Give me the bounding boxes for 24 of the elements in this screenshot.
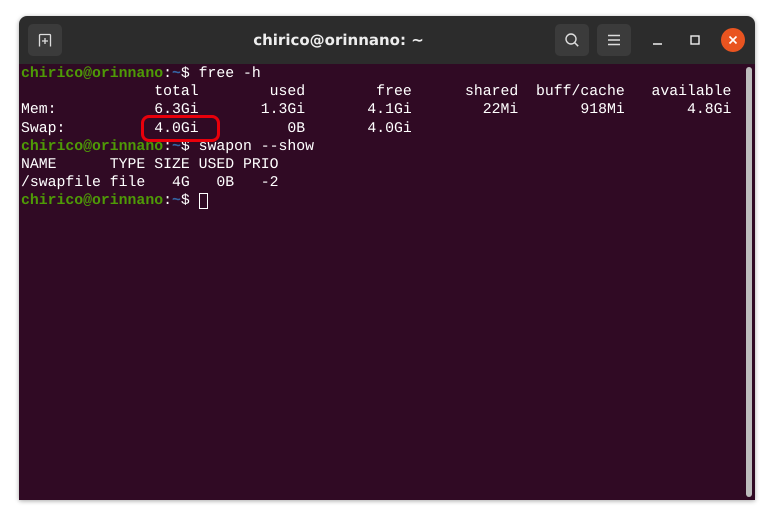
output-text: Mem: 6.3Gi 1.3Gi 4.1Gi 22Mi 918Mi 4.8Gi (21, 101, 732, 120)
menu-button[interactable] (597, 24, 631, 56)
output-text: /swapfile file 4G 0B -2 (21, 174, 279, 192)
shell-prompt: chirico@orinnano:~$ (21, 192, 191, 211)
new-tab-icon (37, 32, 53, 48)
command-text: swapon --show (198, 138, 314, 156)
output-text: 4.0Gi (154, 120, 199, 138)
shell-prompt: chirico@orinnano:~$ (21, 65, 191, 84)
output-text: total used free shared buff/cache available (153, 83, 732, 102)
scrollbar[interactable] (746, 67, 752, 497)
output-text: 0B 4.0Gi (286, 120, 412, 138)
terminal-area[interactable] (19, 64, 755, 500)
close-icon (728, 35, 738, 45)
search-button[interactable] (555, 24, 589, 56)
output-text: Swap: (21, 120, 66, 138)
minimize-icon (652, 43, 662, 45)
new-tab-button[interactable] (28, 24, 62, 56)
output-text: NAME TYPE SIZE USED PRIO (21, 156, 279, 174)
close-button[interactable] (721, 28, 745, 52)
maximize-icon (690, 35, 700, 45)
search-icon (564, 32, 580, 48)
window-title: chirico@orinnano: ~ (252, 31, 425, 49)
menu-icon (607, 34, 621, 46)
command-text: free -h (198, 65, 261, 84)
